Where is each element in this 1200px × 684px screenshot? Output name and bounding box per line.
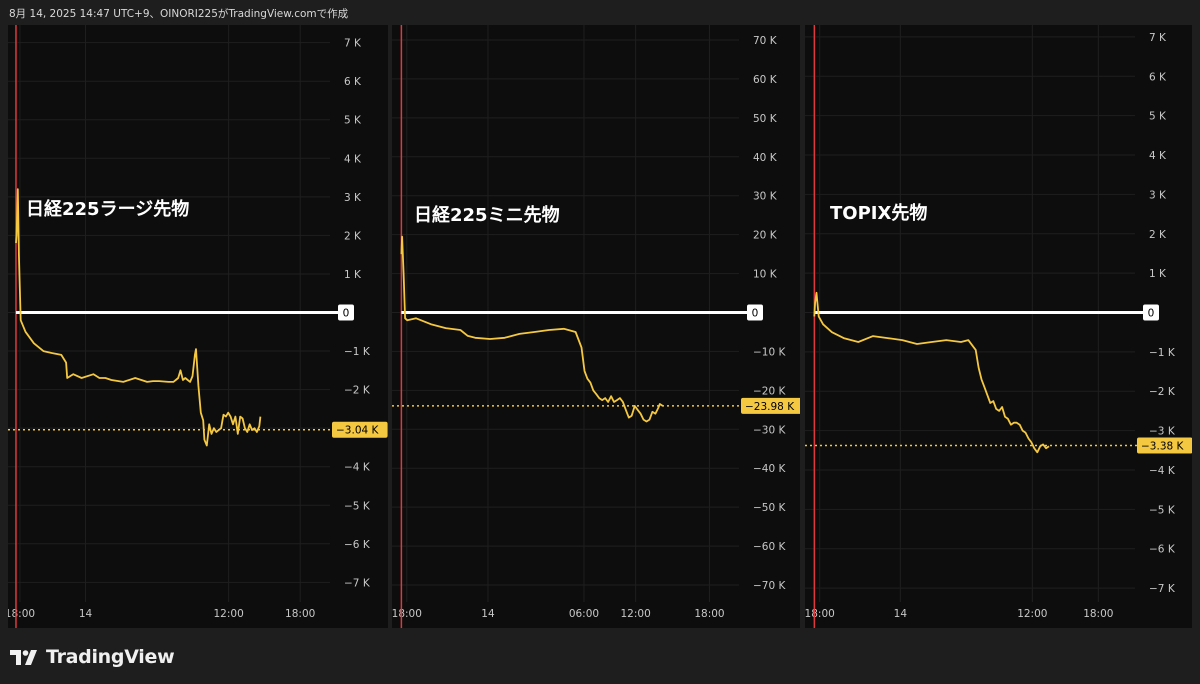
y-axis-tick-label: −7 K (1149, 583, 1176, 595)
y-axis-tick-label: −10 K (753, 346, 786, 358)
y-axis-tick-label: 7 K (1149, 32, 1167, 44)
tradingview-logo-icon (10, 650, 37, 665)
x-axis-tick-label: 18:00 (1083, 608, 1113, 620)
x-axis-tick-label: 18:00 (392, 608, 422, 620)
y-axis-tick-label: 50 K (753, 113, 778, 125)
x-axis-tick-label: 06:00 (569, 608, 599, 620)
y-axis-tick-label: 7 K (344, 38, 362, 50)
y-axis-tick-label: 70 K (753, 35, 778, 47)
y-axis-tick-label: −6 K (1149, 544, 1176, 556)
series-line-nikkei225-large[interactable] (15, 188, 262, 447)
chart-title: TOPIX先物 (830, 202, 927, 224)
y-axis-tick-label: −20 K (753, 385, 786, 397)
chart-title: 日経225ミニ先物 (414, 204, 560, 226)
chart-header: 8月 14, 2025 14:47 UTC+9、OINORI225がTradin… (9, 8, 349, 20)
y-axis-tick-label: −5 K (1149, 504, 1176, 516)
y-axis-tick-label: 6 K (1149, 71, 1167, 83)
y-axis-tick-label: −1 K (1149, 347, 1176, 359)
chart-svg-topix[interactable]: 7 K 6 K 5 K 4 K 3 K 2 K 1 K −1 K −2 K −3 K −4 K −5 … (805, 25, 1192, 628)
y-axis-tick-label: 30 K (753, 191, 778, 203)
y-axis-tick-label: 10 K (753, 269, 778, 281)
chart-panel-nikkei225-mini[interactable]: 70 K 60 K 50 K 40 K 30 K 20 K 10 K −10 K −20 K −3… (392, 25, 800, 628)
x-axis-tick-label: 12:00 (621, 608, 651, 620)
y-axis-tick-label: 40 K (753, 152, 778, 164)
chart-title: 日経225ラージ先物 (26, 198, 189, 220)
current-value-label: −23.98 K (745, 401, 795, 413)
chart-svg-nikkei225-mini[interactable]: 70 K 60 K 50 K 40 K 30 K 20 K 10 K −10 K −20 K −3… (392, 25, 800, 628)
chart-panel-nikkei225-large[interactable]: 7 K6 K5 K4 K3 K2 K1 K−1 K−2 K−3 K−4 K−5 … (8, 25, 388, 628)
current-value-label: −3.04 K (336, 425, 380, 437)
y-axis-tick-label: −40 K (753, 463, 786, 475)
y-axis-tick-label: −70 K (753, 580, 786, 592)
x-axis-tick-label: 14 (894, 608, 908, 620)
zero-price-label: 0 (343, 308, 350, 320)
y-axis-tick-label: −6 K (344, 539, 371, 551)
y-axis-tick-label: 60 K (753, 74, 778, 86)
x-axis-tick-label: 14 (481, 608, 495, 620)
y-axis-tick-label: 6 K (344, 76, 362, 88)
series-line-topix[interactable] (813, 291, 1050, 454)
y-axis-tick-label: 4 K (344, 153, 362, 165)
y-axis-tick-label: 1 K (1149, 268, 1167, 280)
y-axis-tick-label: −60 K (753, 541, 786, 553)
x-axis-tick-label: 12:00 (1017, 608, 1047, 620)
chart-panel-topix[interactable]: 7 K 6 K 5 K 4 K 3 K 2 K 1 K −1 K −2 K −3 K −4 K −5 … (805, 25, 1192, 628)
y-axis-tick-label: −5 K (344, 500, 371, 512)
current-value-label: −3.38 K (1141, 441, 1185, 453)
zero-price-label: 0 (1148, 308, 1155, 320)
y-axis-tick-label: −2 K (344, 385, 371, 397)
y-axis-tick-label: −4 K (1149, 465, 1176, 477)
y-axis-tick-label: −1 K (344, 346, 371, 358)
y-axis-tick-label: 4 K (1149, 150, 1167, 162)
x-axis-tick-label: 18:00 (285, 608, 315, 620)
y-axis-tick-label: −3 K (1149, 426, 1176, 438)
x-axis-tick-label: 14 (79, 608, 93, 620)
y-axis-tick-label: −30 K (753, 424, 786, 436)
y-axis-tick-label: −50 K (753, 502, 786, 514)
y-axis-tick-label: 5 K (344, 115, 362, 127)
x-axis-tick-label: 12:00 (213, 608, 243, 620)
x-axis-tick-label: 18:00 (805, 608, 835, 620)
series-line-nikkei225-mini[interactable] (400, 235, 664, 423)
x-axis-tick-label: 18:00 (694, 608, 724, 620)
tradingview-logo[interactable]: TradingView (10, 644, 175, 670)
y-axis-tick-label: 1 K (344, 269, 362, 281)
y-axis-tick-label: −7 K (344, 577, 371, 589)
y-axis-tick-label: 3 K (1149, 189, 1167, 201)
y-axis-tick-label: −2 K (1149, 386, 1176, 398)
y-axis-tick-label: 20 K (753, 230, 778, 242)
y-axis-tick-label: 2 K (1149, 229, 1167, 241)
zero-price-label: 0 (752, 308, 759, 320)
tradingview-logo-text: TradingView (46, 646, 175, 668)
y-axis-tick-label: 3 K (344, 192, 362, 204)
y-axis-tick-label: 5 K (1149, 111, 1167, 123)
y-axis-tick-label: 2 K (344, 230, 362, 242)
x-axis-tick-label: 18:00 (8, 608, 35, 620)
chart-svg-nikkei225-large[interactable]: 7 K6 K5 K4 K3 K2 K1 K−1 K−2 K−3 K−4 K−5 … (8, 25, 388, 628)
y-axis-tick-label: −4 K (344, 462, 371, 474)
